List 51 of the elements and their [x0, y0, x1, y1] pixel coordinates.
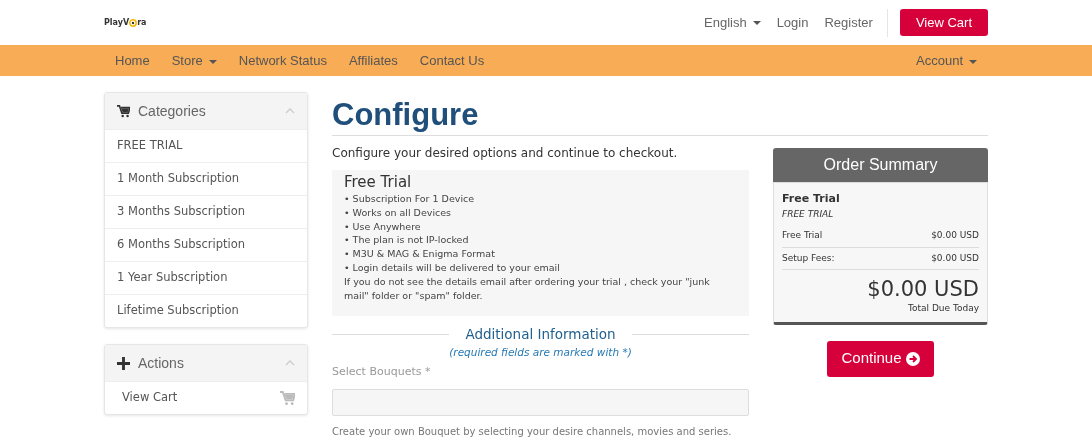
sidebar-item[interactable]: 1 Year Subscription	[105, 261, 307, 294]
line-label: Setup Fees:	[782, 251, 835, 265]
line-label: Free Trial	[782, 229, 823, 243]
top-link[interactable]: English	[704, 12, 761, 33]
line-amount: $0.00 USD	[931, 229, 979, 243]
help-text: Create your own Bouquet by selecting your desire channels, movies and series.	[332, 424, 733, 439]
cart-icon	[280, 390, 295, 406]
sidebar-item[interactable]: 6 Months Subscription	[105, 228, 307, 261]
sidebar-item[interactable]: 1 Month Subscription	[105, 162, 307, 195]
sidebar-item[interactable]: Lifetime Subscription	[105, 294, 307, 327]
total-label: Total Due Today	[907, 302, 979, 316]
panel-title: Actions	[138, 353, 184, 373]
feature-item: • Use Anywhere	[344, 219, 422, 234]
product-note: If you do not see the details email after ordering your trial , check your "junk mail" folder or "spam" folder.	[344, 274, 711, 303]
bouquets-field[interactable]	[332, 388, 749, 416]
intro-text: Configure your desired options and continue to checkout.	[332, 145, 679, 163]
chevron-up-icon[interactable]	[285, 108, 295, 114]
page-title: Configure	[332, 92, 988, 137]
field-label: Select Bouquets *	[332, 364, 432, 381]
sidebar-item[interactable]: FREE TRIAL	[105, 129, 307, 162]
summary-group: FREE TRIAL	[782, 207, 979, 222]
nav-link[interactable]: Home	[104, 45, 161, 76]
product-name: Free Trial	[344, 176, 413, 190]
nav-link[interactable]: Store	[160, 45, 228, 76]
continue-button[interactable]: Continue	[827, 340, 934, 377]
top-link[interactable]: Register	[824, 12, 873, 33]
cart-icon	[117, 104, 130, 118]
summary-product: Free Trial	[782, 191, 841, 208]
required-note: (required fields are marked with *)	[448, 344, 633, 360]
feature-item: • Login details will be delivered to your email	[344, 260, 561, 275]
sidebar-item[interactable]: View Cart	[105, 381, 307, 414]
chevron-up-icon[interactable]	[285, 360, 295, 366]
nav-link[interactable]: Network Status	[227, 45, 338, 76]
feature-item: • M3U & MAG & Enigma Format	[344, 247, 496, 261]
feature-item: • Subscription For 1 Device	[344, 192, 476, 206]
view-cart-button[interactable]: View Cart	[899, 9, 988, 36]
logo[interactable]: PlayV ra	[104, 16, 147, 29]
arrow-circle-icon	[905, 351, 920, 366]
feature-item: • The plan is not IP-locked	[344, 233, 470, 248]
sidebar-item[interactable]: 3 Months Subscription	[105, 195, 307, 228]
plus-icon	[117, 356, 130, 370]
nav-link[interactable]: Contact Us	[408, 45, 496, 76]
line-amount: $0.00 USD	[931, 251, 979, 265]
nav-link[interactable]: Account	[905, 45, 988, 76]
panel-title: Categories	[138, 101, 206, 121]
nav-link[interactable]: Affiliates	[337, 45, 409, 76]
summary-header: Order Summary	[773, 148, 988, 183]
section-title: Additional Information	[465, 325, 616, 345]
feature-item: • Works on all Devices	[344, 205, 453, 220]
top-link[interactable]: Login	[776, 12, 809, 33]
total-amount: $0.00 USD	[866, 276, 979, 303]
